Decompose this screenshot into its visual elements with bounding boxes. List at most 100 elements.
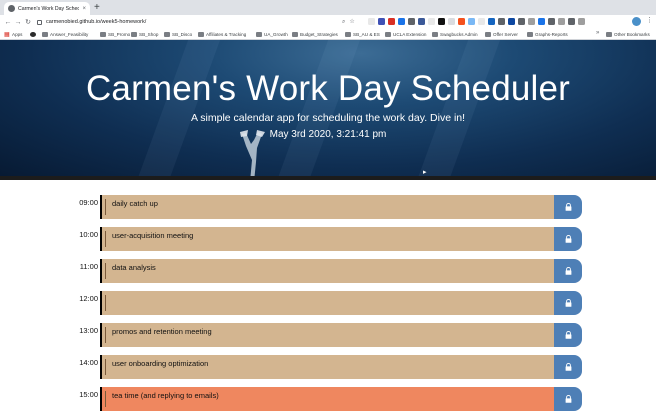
extension-icon[interactable] xyxy=(398,18,405,25)
bookmark-folder[interactable]: SB_Shop xyxy=(131,30,158,39)
text-caret xyxy=(105,295,106,311)
task-textarea[interactable]: user onboarding optimization xyxy=(100,355,554,379)
hour-row: 13:00 promos and retention meeting xyxy=(0,323,656,347)
hour-row: 11:00 data analysis xyxy=(0,259,656,283)
task-textarea[interactable]: user-acquisition meeting xyxy=(100,227,554,251)
extension-icon[interactable] xyxy=(438,18,445,25)
extension-icon[interactable] xyxy=(568,18,575,25)
extension-icon[interactable] xyxy=(418,18,425,25)
lock-icon xyxy=(565,331,571,339)
github-icon xyxy=(30,32,36,37)
lock-icon xyxy=(565,299,571,307)
bookmark-folder[interactable]: Affiliates & Tracking xyxy=(198,30,246,39)
browser-tab[interactable]: Carmen's Work Day Scheduler × xyxy=(4,2,90,15)
url-text[interactable]: carmenobied.github.io/week5-homework/ xyxy=(46,19,146,25)
lock-icon xyxy=(565,235,571,243)
current-date: May 3rd 2020, 3:21:41 pm xyxy=(269,129,387,140)
bookmarks-bar: ▦ Apps Answer_Feasibility SB_Promo SB_Sh… xyxy=(0,29,656,40)
bookmark-folder[interactable]: SB_Promo xyxy=(100,30,130,39)
menu-icon[interactable]: ⋮ xyxy=(646,16,653,24)
extension-icon[interactable] xyxy=(548,18,555,25)
folder-icon xyxy=(606,32,612,37)
extension-icon[interactable] xyxy=(388,18,395,25)
extension-icon[interactable] xyxy=(508,18,515,25)
star-icon[interactable]: ☆ xyxy=(349,18,354,26)
extension-icon[interactable] xyxy=(448,18,455,25)
bookmark-folder[interactable]: SB_Disco xyxy=(164,30,192,39)
task-text: promos and retention meeting xyxy=(112,327,212,336)
extension-icon[interactable] xyxy=(378,18,385,25)
link-icon xyxy=(485,32,491,37)
bookmark-folder[interactable]: SB_AU & ES xyxy=(345,30,380,39)
extension-icon[interactable] xyxy=(458,18,465,25)
bookmark-other[interactable]: Other Bookmarks xyxy=(606,30,650,39)
hour-label: 15:00 xyxy=(79,390,98,399)
save-button[interactable] xyxy=(554,387,582,411)
extension-icon[interactable] xyxy=(538,18,545,25)
extension-icon[interactable] xyxy=(408,18,415,25)
zoom-icon[interactable]: ⌕ xyxy=(342,18,345,26)
task-textarea[interactable] xyxy=(100,291,554,315)
lock-icon xyxy=(565,395,571,403)
folder-icon xyxy=(100,32,106,37)
text-caret xyxy=(105,327,106,343)
task-textarea[interactable]: data analysis xyxy=(100,259,554,283)
extension-icon[interactable] xyxy=(428,18,435,25)
task-textarea[interactable]: promos and retention meeting xyxy=(100,323,554,347)
address-bar[interactable]: carmenobied.github.io/week5-homework/ xyxy=(37,16,367,28)
folder-icon xyxy=(42,32,48,37)
reload-button[interactable]: ↻ xyxy=(23,18,33,26)
extension-icon[interactable] xyxy=(468,18,475,25)
lock-icon xyxy=(565,363,571,371)
globe-icon xyxy=(8,5,15,12)
folder-icon xyxy=(345,32,351,37)
save-button[interactable] xyxy=(554,259,582,283)
task-textarea[interactable]: daily catch up xyxy=(100,195,554,219)
folder-icon xyxy=(256,32,262,37)
save-button[interactable] xyxy=(554,291,582,315)
extension-icon[interactable] xyxy=(518,18,525,25)
folder-icon xyxy=(131,32,137,37)
extension-icon[interactable] xyxy=(498,18,505,25)
task-text: data analysis xyxy=(112,263,156,272)
bookmark-folder[interactable]: UA_Growth xyxy=(256,30,288,39)
extension-icon[interactable] xyxy=(488,18,495,25)
task-text: daily catch up xyxy=(112,199,158,208)
bookmark-github[interactable] xyxy=(30,30,36,39)
hour-row: 10:00 user-acquisition meeting xyxy=(0,227,656,251)
bookmark-link[interactable]: Offer Server xyxy=(485,30,518,39)
bookmark-link[interactable]: Graphs-Reports xyxy=(527,30,568,39)
forward-button[interactable]: → xyxy=(13,19,23,26)
save-button[interactable] xyxy=(554,355,582,379)
schedule-container: 09:00 daily catch up 10:00 user-acquisition… xyxy=(0,180,656,411)
extension-icon[interactable] xyxy=(368,18,375,25)
lock-icon xyxy=(37,19,42,25)
save-button[interactable] xyxy=(554,195,582,219)
link-icon xyxy=(527,32,533,37)
lock-icon xyxy=(565,267,571,275)
extension-icon[interactable] xyxy=(528,18,535,25)
new-tab-button[interactable]: + xyxy=(94,1,100,14)
extension-icon[interactable] xyxy=(478,18,485,25)
extensions-bar xyxy=(368,18,585,25)
extension-icon[interactable] xyxy=(578,18,585,25)
tab-title: Carmen's Work Day Scheduler xyxy=(18,5,80,12)
hour-label: 09:00 xyxy=(79,198,98,207)
page-subtitle: A simple calendar app for scheduling the… xyxy=(190,112,466,124)
bookmark-apps[interactable]: ▦ Apps xyxy=(4,30,22,39)
save-button[interactable] xyxy=(554,323,582,347)
extension-icon[interactable] xyxy=(558,18,565,25)
page-title: Carmen's Work Day Scheduler xyxy=(85,69,571,108)
bookmark-folder[interactable]: Answer_Feasibility xyxy=(42,30,88,39)
save-button[interactable] xyxy=(554,227,582,251)
close-tab-icon[interactable]: × xyxy=(82,6,86,12)
text-caret xyxy=(105,263,106,279)
back-button[interactable]: ← xyxy=(3,19,13,26)
bookmark-folder[interactable]: UCLA Extension xyxy=(385,30,426,39)
profile-avatar[interactable] xyxy=(632,17,641,26)
hour-label: 10:00 xyxy=(79,230,98,239)
bookmarks-overflow-button[interactable]: » xyxy=(596,30,599,36)
bookmark-folder[interactable]: Budget_Strategies xyxy=(292,30,338,39)
bookmark-link[interactable]: Swagbucks Admin xyxy=(432,30,478,39)
task-textarea[interactable]: tea time (and replying to emails) xyxy=(100,387,554,411)
